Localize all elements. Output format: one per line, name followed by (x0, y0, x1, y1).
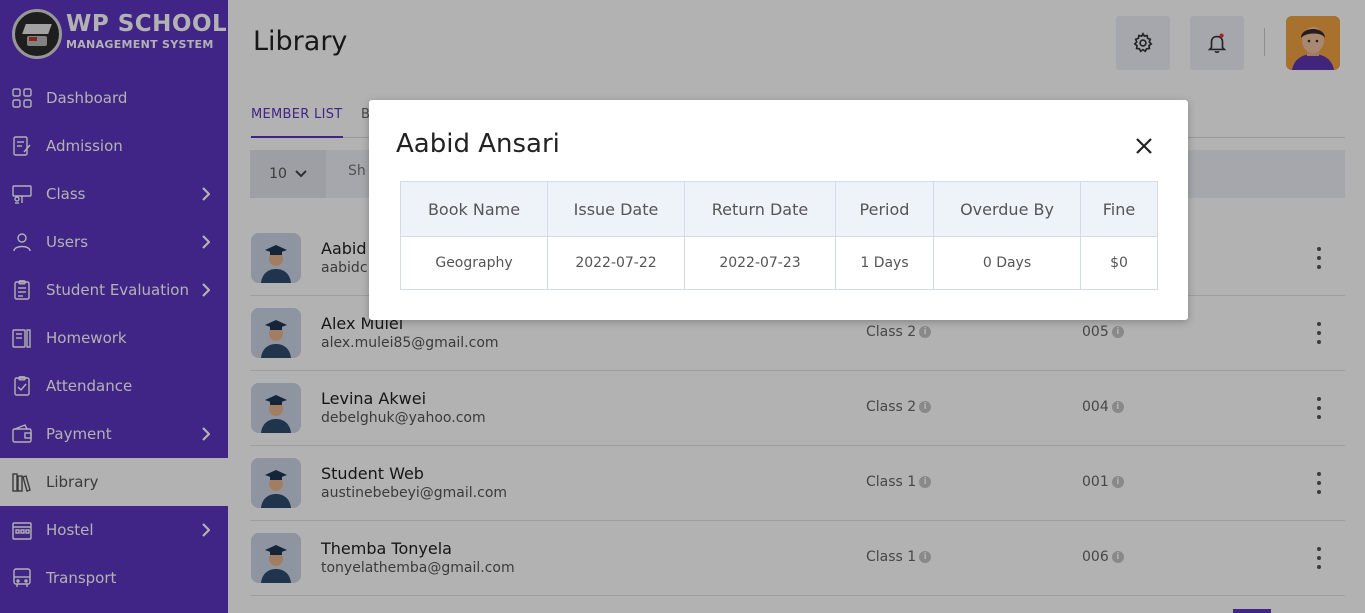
return-date-cell: 2022-07-23 (684, 236, 836, 290)
column-header: Fine (1080, 181, 1158, 237)
book-name-cell: Geography (400, 236, 548, 290)
issued-books-modal: Aabid Ansari Book Name Issue Date Return… (369, 100, 1188, 320)
column-header: Return Date (684, 181, 836, 237)
modal-title: Aabid Ansari (396, 129, 560, 159)
column-header: Issue Date (547, 181, 685, 237)
issue-date-cell: 2022-07-22 (547, 236, 685, 290)
table-row: Geography 2022-07-22 2022-07-23 1 Days 0… (400, 236, 1158, 290)
column-header: Book Name (400, 181, 548, 237)
column-header: Period (835, 181, 934, 237)
column-header: Overdue By (933, 181, 1081, 237)
overdue-cell: 0 Days (933, 236, 1081, 290)
issued-books-table: Book Name Issue Date Return Date Period … (400, 181, 1158, 290)
period-cell: 1 Days (835, 236, 934, 290)
table-header-row: Book Name Issue Date Return Date Period … (400, 181, 1158, 237)
fine-cell: $0 (1080, 236, 1158, 290)
close-icon[interactable] (1134, 136, 1154, 156)
